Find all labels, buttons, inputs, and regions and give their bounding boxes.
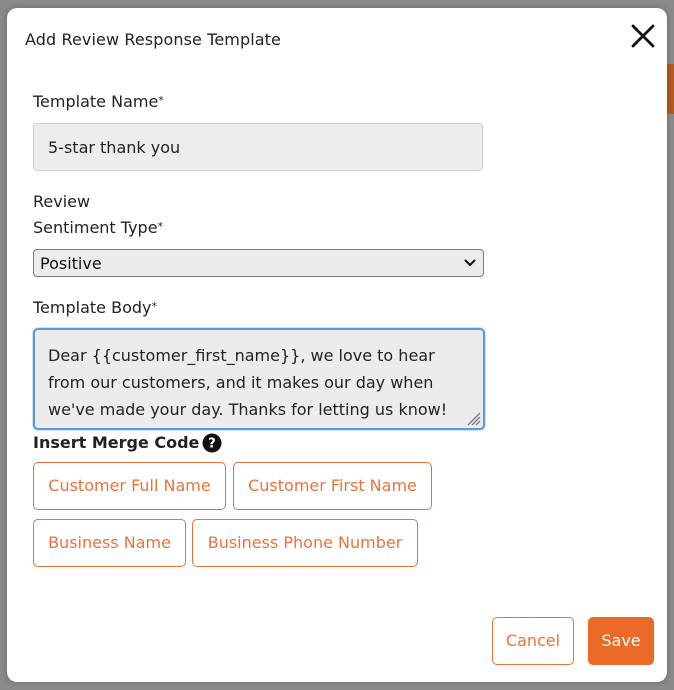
merge-code-business-name[interactable]: Business Name xyxy=(33,519,186,567)
sentiment-label-line1: Review xyxy=(33,192,91,211)
modal-title: Add Review Response Template xyxy=(25,30,281,49)
template-name-label-text: Template Name xyxy=(33,92,159,111)
sentiment-selected-value: Positive xyxy=(40,254,102,273)
insert-merge-code-label: Insert Merge Code xyxy=(33,433,200,452)
merge-code-customer-first-name[interactable]: Customer First Name xyxy=(233,462,432,510)
template-name-label: Template Name* xyxy=(33,89,164,114)
required-mark: * xyxy=(157,220,164,233)
template-body-text: Dear {{customer_first_name}}, we love to… xyxy=(48,346,448,419)
sentiment-label-text: Sentiment Type xyxy=(33,218,158,237)
close-icon xyxy=(631,24,655,48)
sentiment-type-select[interactable]: Positive xyxy=(33,249,484,277)
close-button[interactable] xyxy=(627,20,659,52)
save-button[interactable]: Save xyxy=(588,617,654,665)
question-circle-icon[interactable]: ? xyxy=(202,433,222,453)
add-template-modal: Add Review Response Template Template Na… xyxy=(7,8,667,682)
svg-text:?: ? xyxy=(208,437,216,452)
sentiment-label: Sentiment Type* xyxy=(33,215,163,240)
template-name-input[interactable] xyxy=(33,123,483,171)
template-body-label-text: Template Body xyxy=(33,298,152,317)
merge-code-customer-full-name[interactable]: Customer Full Name xyxy=(33,462,226,510)
merge-code-business-phone-number[interactable]: Business Phone Number xyxy=(192,519,418,567)
template-body-textarea[interactable]: Dear {{customer_first_name}}, we love to… xyxy=(33,328,485,430)
chevron-down-icon xyxy=(464,259,476,266)
cancel-button[interactable]: Cancel xyxy=(492,617,574,665)
template-body-label: Template Body* xyxy=(33,295,157,320)
resize-grip-icon[interactable] xyxy=(465,410,481,426)
required-mark: * xyxy=(151,300,157,313)
required-mark: * xyxy=(158,94,164,107)
